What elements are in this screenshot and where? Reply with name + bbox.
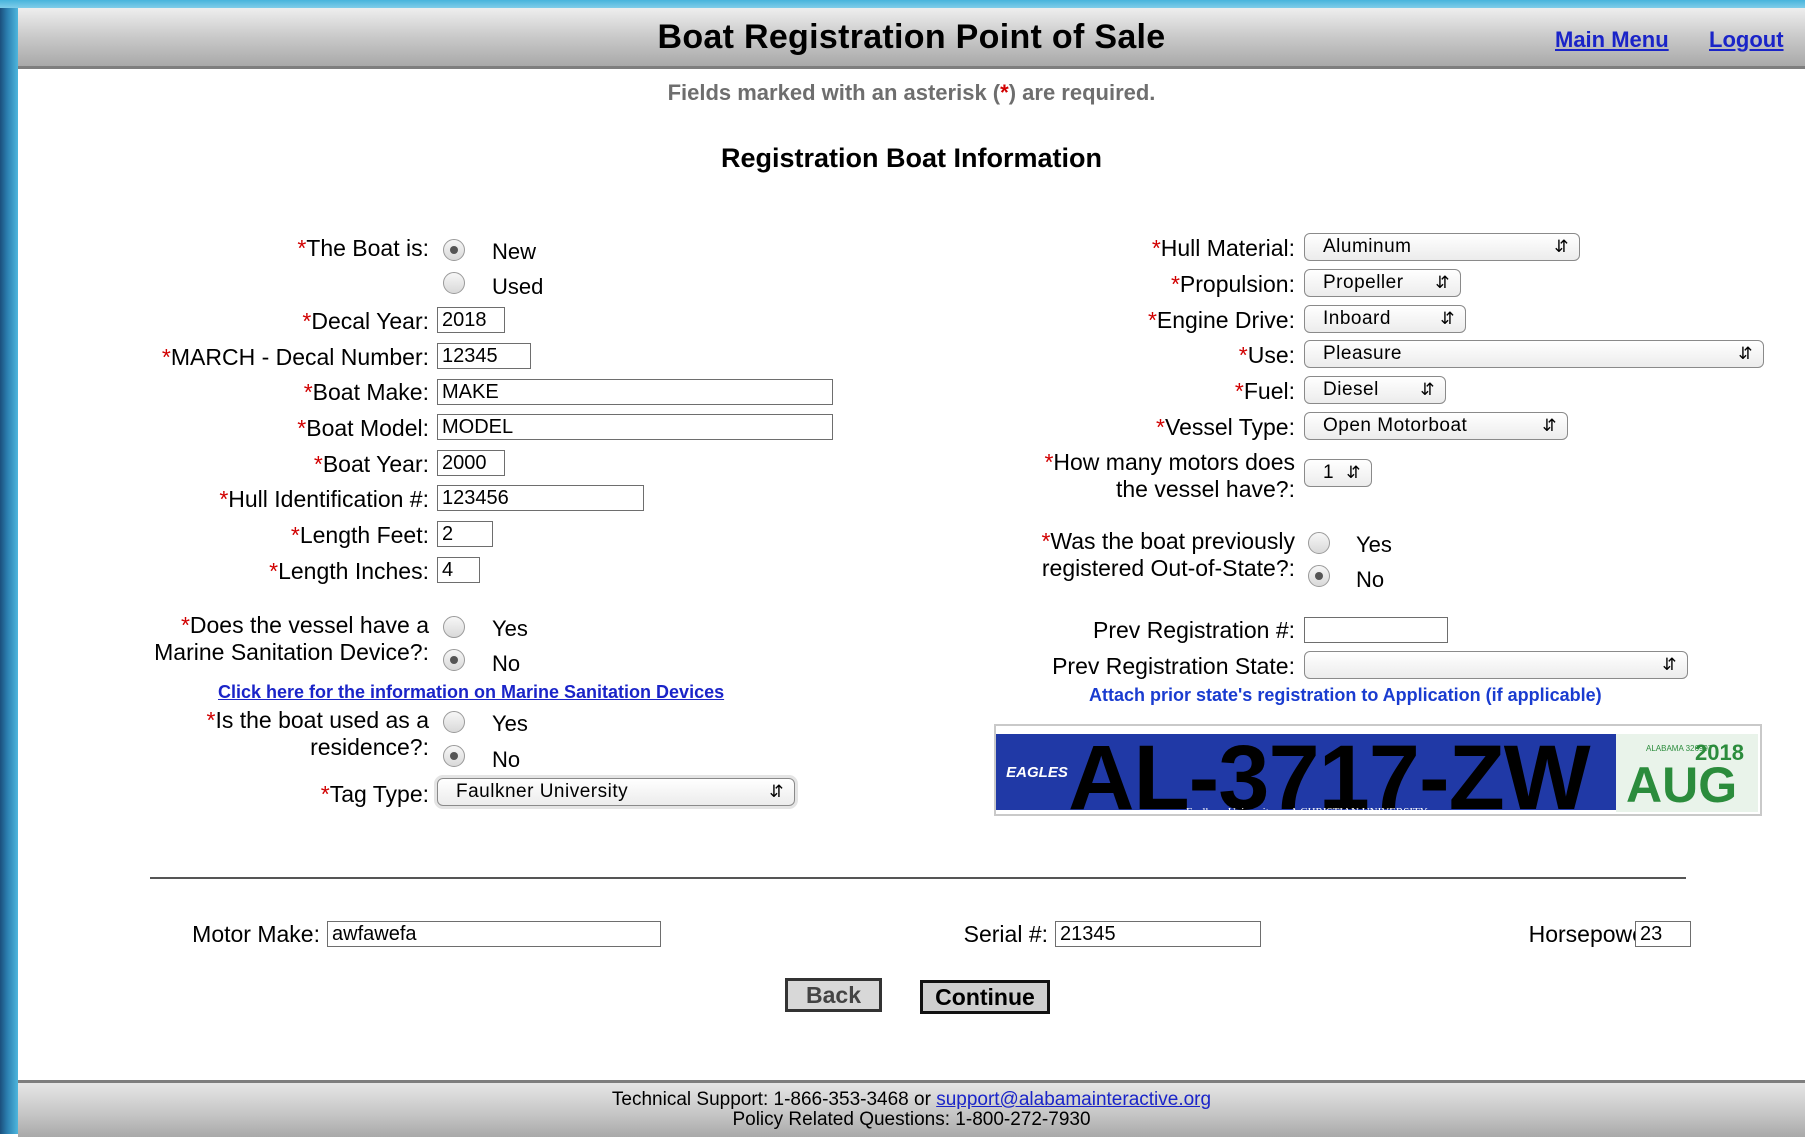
prev-out-of-state-no-radio[interactable] [1308, 565, 1330, 587]
engine-drive-label: *Engine Drive: [1147, 307, 1295, 333]
section-divider [150, 877, 1686, 879]
motors-count-select[interactable]: 1 ⇵ [1304, 459, 1372, 487]
window-edge-left [0, 0, 18, 1134]
logout-link[interactable]: Logout [1709, 27, 1784, 53]
prev-out-of-state-no-label: No [1356, 567, 1385, 592]
hull-material-select[interactable]: Aluminum ⇵ [1304, 233, 1580, 261]
license-plate-preview: EAGLES AL-3717-ZW Faulkner University — … [994, 724, 1762, 816]
select-arrows-icon: ⇵ [769, 782, 784, 801]
prev-reg-state-label: Prev Registration State: [1052, 653, 1295, 679]
window-edge-top [0, 0, 1805, 8]
select-arrows-icon: ⇵ [1662, 655, 1677, 674]
page: Boat Registration Point of Sale Main Men… [18, 8, 1805, 1137]
page-title: Boat Registration Point of Sale [657, 18, 1166, 56]
select-arrows-icon: ⇵ [1440, 309, 1455, 328]
select-arrows-icon: ⇵ [1435, 273, 1450, 292]
use-label: *Use: [1238, 342, 1295, 368]
required-note-text-start: Fields marked with an asterisk ( [667, 80, 1001, 105]
header-bar: Boat Registration Point of Sale Main Men… [18, 8, 1805, 69]
prev-out-of-state-label: *Was the boat previously registered Out-o… [1041, 528, 1295, 581]
tag-type-label: *Tag Type: [320, 781, 429, 807]
prev-reg-state-select[interactable]: ⇵ [1304, 651, 1688, 679]
back-button[interactable]: Back [785, 978, 882, 1012]
select-arrows-icon: ⇵ [1738, 344, 1753, 363]
use-select[interactable]: Pleasure ⇵ [1304, 340, 1764, 368]
motors-count-label: *How many motors does the vessel have?: [1044, 449, 1295, 502]
required-fields-note: Fields marked with an asterisk (*) are r… [18, 80, 1805, 106]
prev-out-of-state-yes-radio[interactable] [1308, 532, 1330, 554]
required-note-text-end: ) are required. [1008, 80, 1156, 105]
sticker-month: AUG [1626, 757, 1738, 813]
propulsion-label: *Propulsion: [1170, 271, 1295, 297]
prev-reg-num-field[interactable] [1304, 617, 1448, 643]
sanitation-info-link[interactable]: Click here for the information on Marine… [218, 682, 724, 703]
residence-label: *Is the boat used as a residence?: [206, 707, 430, 760]
support-email-link[interactable]: support@alabamainteractive.org [936, 1089, 1211, 1110]
horsepower-field[interactable]: 23 [1635, 921, 1691, 947]
policy-line: Policy Related Questions: 1-800-272-7930 [732, 1109, 1091, 1130]
horsepower-label: Horsepower: [1528, 921, 1659, 947]
fuel-label: *Fuel: [1234, 378, 1295, 404]
support-line: Technical Support: 1-866-353-3468 or sup… [611, 1089, 1212, 1110]
required-asterisk: * [1000, 80, 1009, 105]
plate-number: AL-3717-ZW [1068, 727, 1591, 816]
prev-out-of-state-yes-label: Yes [1356, 532, 1392, 557]
select-arrows-icon: ⇵ [1542, 416, 1557, 435]
attach-registration-link[interactable]: Attach prior state's registration to App… [1089, 685, 1602, 706]
footer-bar: Technical Support: 1-866-353-3468 or sup… [18, 1080, 1805, 1137]
vessel-type-label: *Vessel Type: [1156, 414, 1295, 440]
select-arrows-icon: ⇵ [1420, 380, 1435, 399]
vessel-type-select[interactable]: Open Motorboat ⇵ [1304, 412, 1568, 440]
continue-button[interactable]: Continue [920, 980, 1050, 1014]
section-title: Registration Boat Information [720, 143, 1102, 173]
prev-reg-num-label: Prev Registration #: [1093, 617, 1295, 643]
propulsion-select[interactable]: Propeller ⇵ [1304, 269, 1461, 297]
select-arrows-icon: ⇵ [1554, 237, 1569, 256]
main-menu-link[interactable]: Main Menu [1555, 27, 1669, 53]
eagles-logo: EAGLES [1006, 764, 1068, 781]
tag-type-select[interactable]: Faulkner University ⇵ [437, 778, 795, 806]
select-arrows-icon: ⇵ [1346, 463, 1361, 482]
plate-blue-band: EAGLES AL-3717-ZW Faulkner University — … [996, 730, 1616, 814]
plate-university-text: Faulkner University — A CHRISTIAN UNIVER… [1186, 806, 1442, 816]
decal-sticker: ALABAMA 326997 2018 AUG [1616, 734, 1758, 812]
residence-yes-radio[interactable] [443, 711, 465, 733]
residence-no-label: No [492, 747, 521, 772]
fuel-select[interactable]: Diesel ⇵ [1304, 376, 1446, 404]
hull-material-label: *Hull Material: [1151, 235, 1295, 261]
residence-no-radio[interactable] [443, 745, 465, 767]
engine-drive-select[interactable]: Inboard ⇵ [1304, 305, 1466, 333]
residence-yes-label: Yes [492, 711, 528, 736]
